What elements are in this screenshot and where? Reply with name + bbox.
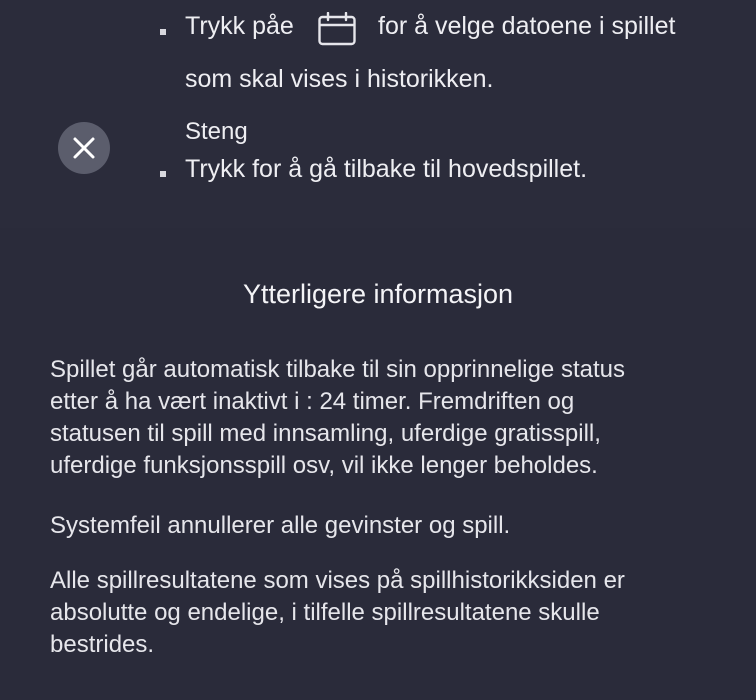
info-paragraph: Spillet går automatisk tilbake til sin o… bbox=[50, 354, 730, 482]
additional-info-title: Ytterligere informasjon bbox=[242, 279, 514, 309]
info-paragraph-line: Alle spillresultatene som vises på spill… bbox=[50, 567, 625, 594]
info-paragraph: Systemfeil annullerer alle gevinster og … bbox=[50, 510, 730, 542]
calendar-instruction-text-after: for å velge datoene i spillet bbox=[378, 12, 676, 40]
bullet bbox=[160, 29, 166, 35]
info-paragraph-line: etter å ha vært inaktivt i : 24 timer. F… bbox=[50, 388, 575, 415]
close-instruction-title: Steng bbox=[185, 118, 248, 145]
calendar-instruction-text-line2: som skal vises i historikken. bbox=[185, 65, 494, 93]
close-instruction-description: Trykk for å gå tilbake til hovedspillet. bbox=[185, 155, 588, 183]
info-paragraph-line: statusen til spill med innsamling, uferd… bbox=[50, 420, 601, 447]
help-instructions-section: Trykk påe for å velge datoene i spillet … bbox=[0, 0, 756, 228]
info-paragraph-line: Systemfeil annullerer alle gevinster og … bbox=[50, 512, 511, 539]
close-icon bbox=[73, 137, 95, 159]
info-paragraph-line: bestrides. bbox=[50, 631, 155, 658]
info-paragraph-line: uferdige funksjonsspill osv, vil ikke le… bbox=[50, 452, 598, 479]
calendar-instruction-text-before: Trykk påe bbox=[185, 12, 294, 40]
close-button[interactable] bbox=[58, 122, 110, 174]
calendar-icon bbox=[318, 11, 356, 46]
info-paragraph: Alle spillresultatene som vises på spill… bbox=[50, 565, 730, 661]
info-paragraph-line: absolutte og endelige, i tilfelle spillr… bbox=[50, 599, 600, 626]
info-paragraph-line: Spillet går automatisk tilbake til sin o… bbox=[50, 356, 625, 383]
bullet bbox=[160, 171, 166, 177]
section-divider bbox=[0, 228, 756, 229]
